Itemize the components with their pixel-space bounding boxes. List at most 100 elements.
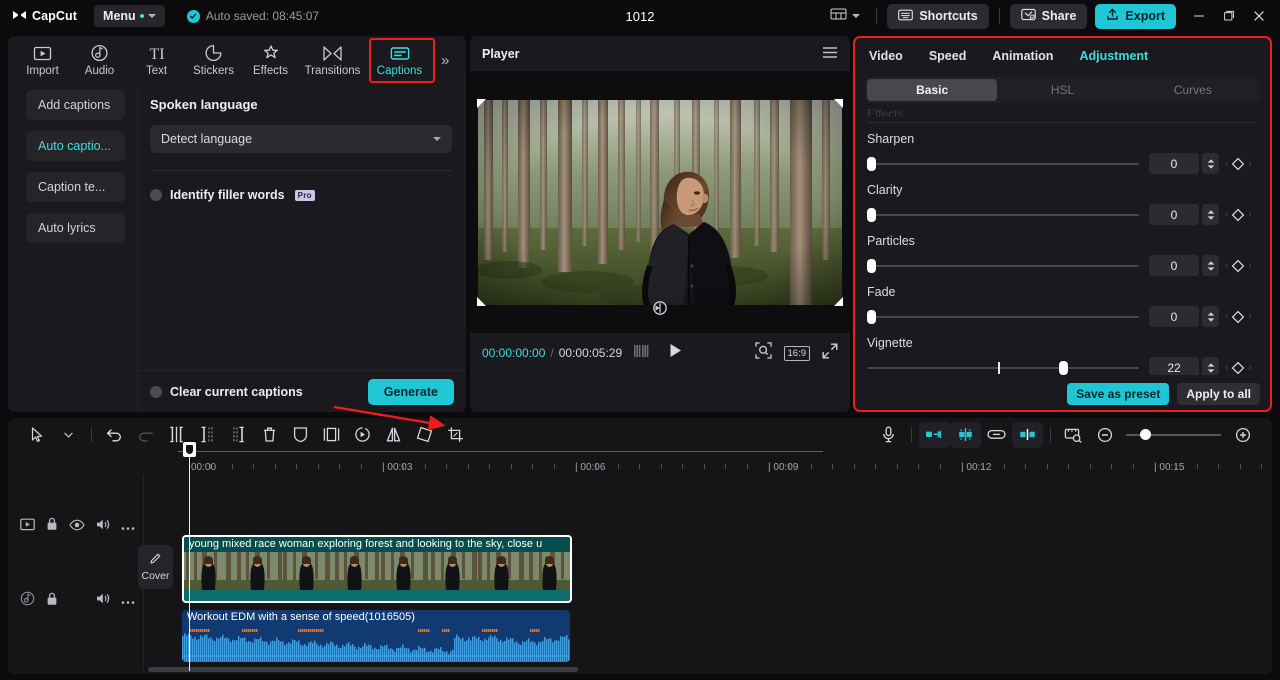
mirror-icon[interactable] xyxy=(378,422,409,448)
generate-button[interactable]: Generate xyxy=(367,378,454,405)
slider-track[interactable] xyxy=(867,156,1139,171)
shortcuts-button[interactable]: Shortcuts xyxy=(887,3,989,29)
crop-handle-top-right[interactable] xyxy=(834,98,843,108)
slider-track[interactable] xyxy=(867,309,1139,324)
close-button[interactable] xyxy=(1244,3,1274,29)
volume-icon[interactable] xyxy=(96,592,110,610)
keyframe-prev-icon[interactable]: ‹ xyxy=(1225,260,1228,271)
fullscreen-icon[interactable] xyxy=(822,343,838,364)
zoom-fit-icon[interactable] xyxy=(754,342,772,364)
share-button[interactable]: Share xyxy=(1009,3,1088,29)
slider-value[interactable]: 0 xyxy=(1149,306,1199,327)
reverse-icon[interactable] xyxy=(347,422,378,448)
magnetic-snap-icon[interactable] xyxy=(950,421,981,448)
slider-knob[interactable] xyxy=(867,309,876,324)
slider-track[interactable] xyxy=(867,258,1139,273)
auto-cut-icon[interactable] xyxy=(919,421,950,448)
redo-icon[interactable] xyxy=(130,422,161,448)
slider-track[interactable] xyxy=(867,207,1139,222)
apply-to-all-button[interactable]: Apply to all xyxy=(1177,383,1260,405)
tab-captions[interactable]: Captions xyxy=(366,38,433,82)
identify-filler-words-row[interactable]: Identify filler words Pro xyxy=(150,188,452,202)
maximize-button[interactable] xyxy=(1214,3,1244,29)
spoken-language-select[interactable]: Detect language xyxy=(150,125,452,153)
clear-captions-checkbox[interactable] xyxy=(150,385,162,398)
keyframe-controls[interactable]: ‹ › xyxy=(1225,310,1252,324)
keyframe-next-icon[interactable]: › xyxy=(1248,362,1251,373)
slider-knob[interactable] xyxy=(867,207,876,222)
slider-value[interactable]: 0 xyxy=(1149,255,1199,276)
menu-button[interactable]: Menu xyxy=(94,5,165,27)
select-tool-icon[interactable] xyxy=(22,422,53,448)
lock-icon[interactable] xyxy=(46,592,58,611)
crop-icon[interactable] xyxy=(440,422,471,448)
frames-icon[interactable] xyxy=(634,344,651,362)
slider-value[interactable]: 0 xyxy=(1149,204,1199,225)
subnav-auto-captions[interactable]: Auto captio... xyxy=(26,131,125,161)
mask-icon[interactable] xyxy=(285,422,316,448)
rotate-icon[interactable] xyxy=(409,422,440,448)
keyframe-next-icon[interactable]: › xyxy=(1248,209,1251,220)
keyframe-prev-icon[interactable]: ‹ xyxy=(1225,362,1228,373)
tab-speed[interactable]: Speed xyxy=(929,49,967,63)
tab-video[interactable]: Video xyxy=(869,49,903,63)
audio-clip[interactable]: Workout EDM with a sense of speed(101650… xyxy=(182,610,570,662)
more-icon[interactable] xyxy=(121,518,135,536)
keyframe-controls[interactable]: ‹ › xyxy=(1225,361,1252,375)
segment-curves[interactable]: Curves xyxy=(1128,79,1258,101)
tab-adjustment[interactable]: Adjustment xyxy=(1079,49,1148,63)
trim-left-icon[interactable] xyxy=(192,422,223,448)
slider-stepper[interactable] xyxy=(1202,306,1219,327)
zoom-slider[interactable] xyxy=(1126,428,1221,442)
minimize-button[interactable] xyxy=(1184,3,1214,29)
keyframe-next-icon[interactable]: › xyxy=(1248,158,1251,169)
tab-transitions[interactable]: Transitions xyxy=(299,38,366,82)
lock-icon[interactable] xyxy=(46,517,58,536)
slider-value[interactable]: 0 xyxy=(1149,153,1199,174)
playhead-handle[interactable] xyxy=(183,442,196,457)
freeze-frame-icon[interactable] xyxy=(316,422,347,448)
delete-icon[interactable] xyxy=(254,422,285,448)
eye-icon[interactable] xyxy=(69,518,85,536)
slider-stepper[interactable] xyxy=(1202,204,1219,225)
zoom-slider-knob[interactable] xyxy=(1140,429,1151,440)
slider-knob[interactable] xyxy=(867,258,876,273)
export-button[interactable]: Export xyxy=(1095,3,1176,29)
timeline-ruler[interactable]: 00:00 | 00:03 | 00:06 | 00:09 | 00:12 | … xyxy=(8,451,1272,475)
save-as-preset-button[interactable]: Save as preset xyxy=(1067,383,1170,405)
video-clip[interactable]: young mixed race woman exploring forest … xyxy=(182,535,572,603)
filler-words-checkbox[interactable] xyxy=(150,189,162,201)
subnav-auto-lyrics[interactable]: Auto lyrics xyxy=(26,213,125,243)
slider-stepper[interactable] xyxy=(1202,255,1219,276)
slider-stepper[interactable] xyxy=(1202,153,1219,174)
slider-knob[interactable] xyxy=(1059,360,1068,375)
aspect-ratio-button[interactable]: 16:9 xyxy=(783,345,810,361)
crop-handle-bottom-left[interactable] xyxy=(477,296,486,306)
tab-text[interactable]: TI Text xyxy=(128,38,185,82)
hamburger-icon[interactable] xyxy=(822,46,838,62)
play-icon[interactable] xyxy=(669,343,682,363)
rotate-icon[interactable] xyxy=(652,300,668,321)
double-chevron-right-icon[interactable]: » xyxy=(441,52,449,69)
subnav-caption-templates[interactable]: Caption te... xyxy=(26,172,125,202)
video-track-icon[interactable] xyxy=(20,518,35,536)
link-icon[interactable] xyxy=(981,422,1012,448)
slider-stepper[interactable] xyxy=(1202,357,1219,375)
adsorption-icon[interactable] xyxy=(1012,421,1043,448)
keyframe-controls[interactable]: ‹ › xyxy=(1225,208,1252,222)
slider-track[interactable] xyxy=(867,360,1139,375)
slider-knob[interactable] xyxy=(867,156,876,171)
undo-icon[interactable] xyxy=(99,422,130,448)
zoom-out-icon[interactable] xyxy=(1089,422,1120,448)
keyframe-next-icon[interactable]: › xyxy=(1248,311,1251,322)
preview-axis-icon[interactable] xyxy=(1058,422,1089,448)
keyframe-next-icon[interactable]: › xyxy=(1248,260,1251,271)
more-icon[interactable] xyxy=(121,592,135,610)
tab-audio[interactable]: Audio xyxy=(71,38,128,82)
segment-basic[interactable]: Basic xyxy=(867,79,998,101)
keyframe-prev-icon[interactable]: ‹ xyxy=(1225,158,1228,169)
tab-import[interactable]: Import xyxy=(14,38,71,82)
adjustment-slider-list[interactable]: Effects Sharpen 0 ‹ › Clarity 0 ‹ › Part… xyxy=(855,103,1270,375)
volume-icon[interactable] xyxy=(96,518,110,536)
audio-track-icon[interactable] xyxy=(20,591,35,611)
